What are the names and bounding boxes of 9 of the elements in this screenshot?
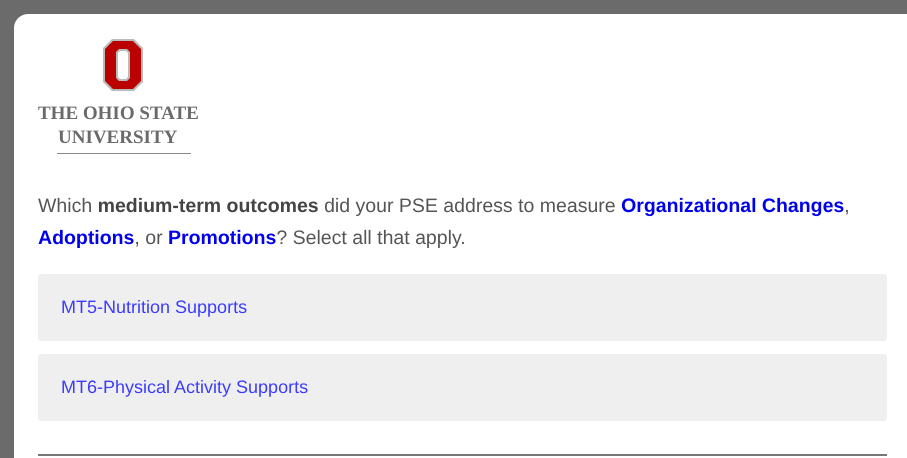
link[interactable]: Adoptions bbox=[38, 227, 134, 249]
choice-option[interactable]: MT6-Physical Activity Supports bbox=[38, 354, 887, 421]
choice-option[interactable]: MT5-Nutrition Supports bbox=[38, 274, 887, 341]
question-text: Which medium-term outcomes did your PSE address to measure Organizational Changes, Adoptions, or Promotions? Select all that apply. bbox=[38, 194, 851, 251]
link[interactable]: Promotions bbox=[168, 227, 276, 249]
logo-icon bbox=[102, 38, 144, 92]
logo-text: THE OHIO STATE bbox=[38, 102, 199, 126]
link[interactable]: Organizational Changes bbox=[621, 195, 844, 217]
logo-text: UNIVERSITY bbox=[58, 126, 178, 150]
